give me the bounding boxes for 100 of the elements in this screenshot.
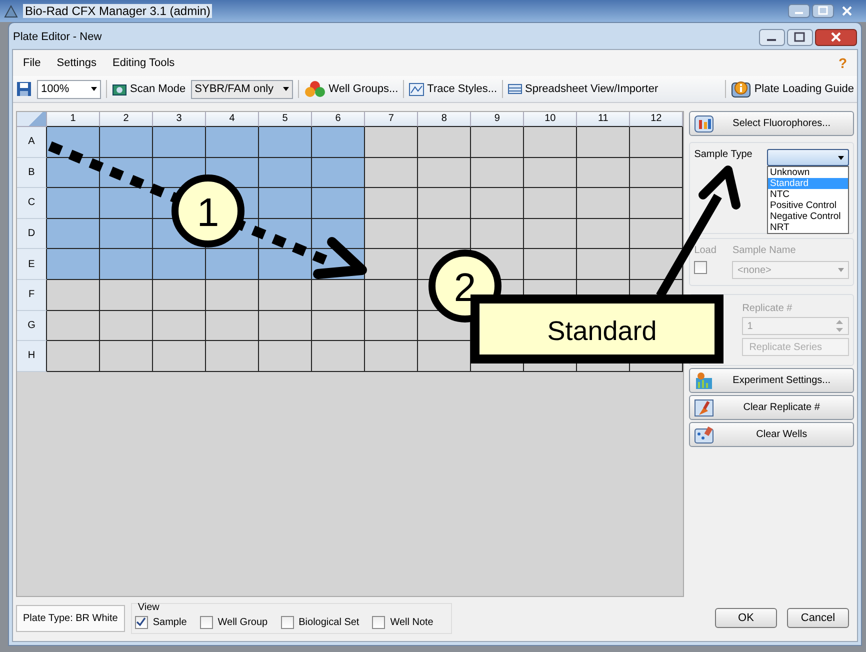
dropdown-option[interactable]: Negative Control <box>768 211 848 222</box>
plate-well[interactable] <box>365 218 418 250</box>
menu-item[interactable]: Editing Tools <box>112 57 175 69</box>
plate-well[interactable] <box>365 249 418 280</box>
row-header[interactable]: G <box>17 310 47 342</box>
plate-well[interactable] <box>259 158 312 188</box>
plate-well[interactable] <box>365 188 418 219</box>
plate-well[interactable] <box>418 158 472 188</box>
column-header[interactable]: 2 <box>100 112 154 127</box>
scan-mode-dropdown[interactable]: SYBR/FAM only <box>190 80 293 98</box>
plate-well[interactable] <box>312 280 366 311</box>
menu-item[interactable]: Settings <box>56 57 96 69</box>
maximize-icon[interactable] <box>787 28 813 46</box>
plate-well[interactable] <box>100 188 154 219</box>
plate-well[interactable] <box>47 341 100 372</box>
plate-well[interactable] <box>206 280 260 311</box>
plate-well[interactable] <box>577 158 630 188</box>
column-header[interactable]: 1 <box>47 112 100 127</box>
zoom-dropdown[interactable]: 100% <box>37 80 101 98</box>
close-icon[interactable] <box>815 28 857 46</box>
dialog-button[interactable]: OK <box>715 608 777 628</box>
plate-well[interactable] <box>630 158 684 188</box>
row-header[interactable]: E <box>17 249 47 280</box>
column-header[interactable]: 9 <box>471 112 524 127</box>
minimize-icon[interactable] <box>788 4 810 18</box>
plate-well[interactable] <box>47 218 100 250</box>
row-header[interactable]: B <box>17 158 47 188</box>
plate-well[interactable] <box>365 341 418 372</box>
checkbox[interactable] <box>200 616 213 628</box>
row-header[interactable]: H <box>17 341 47 372</box>
dropdown-option[interactable]: NRT <box>768 222 848 233</box>
plate-well[interactable] <box>418 127 472 158</box>
plate-well[interactable] <box>524 218 578 250</box>
column-header[interactable]: 3 <box>153 112 206 127</box>
panel-button[interactable]: Clear Replicate # <box>689 395 854 420</box>
checkbox[interactable] <box>372 616 386 628</box>
plate-well[interactable] <box>47 188 100 219</box>
plate-well[interactable] <box>153 127 206 158</box>
checkbox-label[interactable]: Biological Set <box>298 616 360 628</box>
plate-well[interactable] <box>206 310 260 342</box>
plate-well[interactable] <box>259 127 312 158</box>
plate-well[interactable] <box>365 127 418 158</box>
plate-well[interactable] <box>365 310 418 342</box>
plate-well[interactable] <box>577 188 630 219</box>
dialog-button[interactable]: Cancel <box>787 608 849 628</box>
dropdown-option[interactable]: Positive Control <box>768 200 848 211</box>
plate-well[interactable] <box>100 218 154 250</box>
plate-well[interactable] <box>153 280 206 311</box>
toolbar-button[interactable]: Spreadsheet View/Importer <box>508 83 658 95</box>
plate-well[interactable] <box>312 188 366 219</box>
plate-well[interactable] <box>206 127 260 158</box>
checkbox-label[interactable]: Sample <box>152 616 187 628</box>
plate-well[interactable] <box>312 310 366 342</box>
column-header[interactable]: 11 <box>577 112 630 127</box>
plate-well[interactable] <box>524 127 578 158</box>
toolbar-button[interactable]: Trace Styles... <box>409 82 498 96</box>
minimize-icon[interactable] <box>759 28 785 46</box>
panel-button[interactable]: Experiment Settings... <box>689 368 854 393</box>
plate-well[interactable] <box>471 127 524 158</box>
column-header[interactable]: 5 <box>259 112 312 127</box>
plate-well[interactable] <box>100 310 154 342</box>
scan-mode-button[interactable]: Scan Mode <box>112 82 186 96</box>
plate-well[interactable] <box>153 310 206 342</box>
plate-well[interactable] <box>47 310 100 342</box>
plate-well[interactable] <box>524 188 578 219</box>
sample-type-dropdown[interactable] <box>767 149 849 166</box>
checkbox[interactable] <box>280 616 294 628</box>
checkbox-label[interactable]: Well Note <box>390 616 434 628</box>
plate-well[interactable] <box>418 188 472 219</box>
column-header[interactable]: 10 <box>524 112 578 127</box>
checkbox-label[interactable]: Well Group <box>218 616 268 628</box>
toolbar-button[interactable]: Well Groups... <box>304 80 398 98</box>
checkbox[interactable] <box>694 261 708 274</box>
plate-well[interactable] <box>100 280 154 311</box>
row-header[interactable]: F <box>17 280 47 311</box>
plate-well[interactable] <box>312 158 366 188</box>
plate-well[interactable] <box>47 249 100 280</box>
row-header[interactable]: A <box>17 127 47 158</box>
checkbox[interactable] <box>134 616 148 628</box>
plate-well[interactable] <box>153 249 206 280</box>
plate-well[interactable] <box>577 127 630 158</box>
plate-well[interactable] <box>524 158 578 188</box>
row-header[interactable]: D <box>17 218 47 250</box>
plate-well[interactable] <box>100 127 154 158</box>
plate-loading-guide-button[interactable]: Plate Loading Guide <box>731 80 854 98</box>
plate-well[interactable] <box>365 280 418 311</box>
plate-well[interactable] <box>630 218 684 250</box>
column-header[interactable]: 12 <box>630 112 684 127</box>
column-header[interactable]: 4 <box>206 112 260 127</box>
maximize-icon[interactable] <box>812 4 834 18</box>
plate-well[interactable] <box>365 158 418 188</box>
plate-well[interactable] <box>259 310 312 342</box>
plate-well[interactable] <box>47 280 100 311</box>
plate-well[interactable] <box>524 249 578 280</box>
plate-well[interactable] <box>471 188 524 219</box>
plate-well[interactable] <box>630 127 684 158</box>
plate-well[interactable] <box>259 188 312 219</box>
plate-well[interactable] <box>206 341 260 372</box>
dropdown-option[interactable]: NTC <box>768 189 848 200</box>
plate-well[interactable] <box>259 249 312 280</box>
